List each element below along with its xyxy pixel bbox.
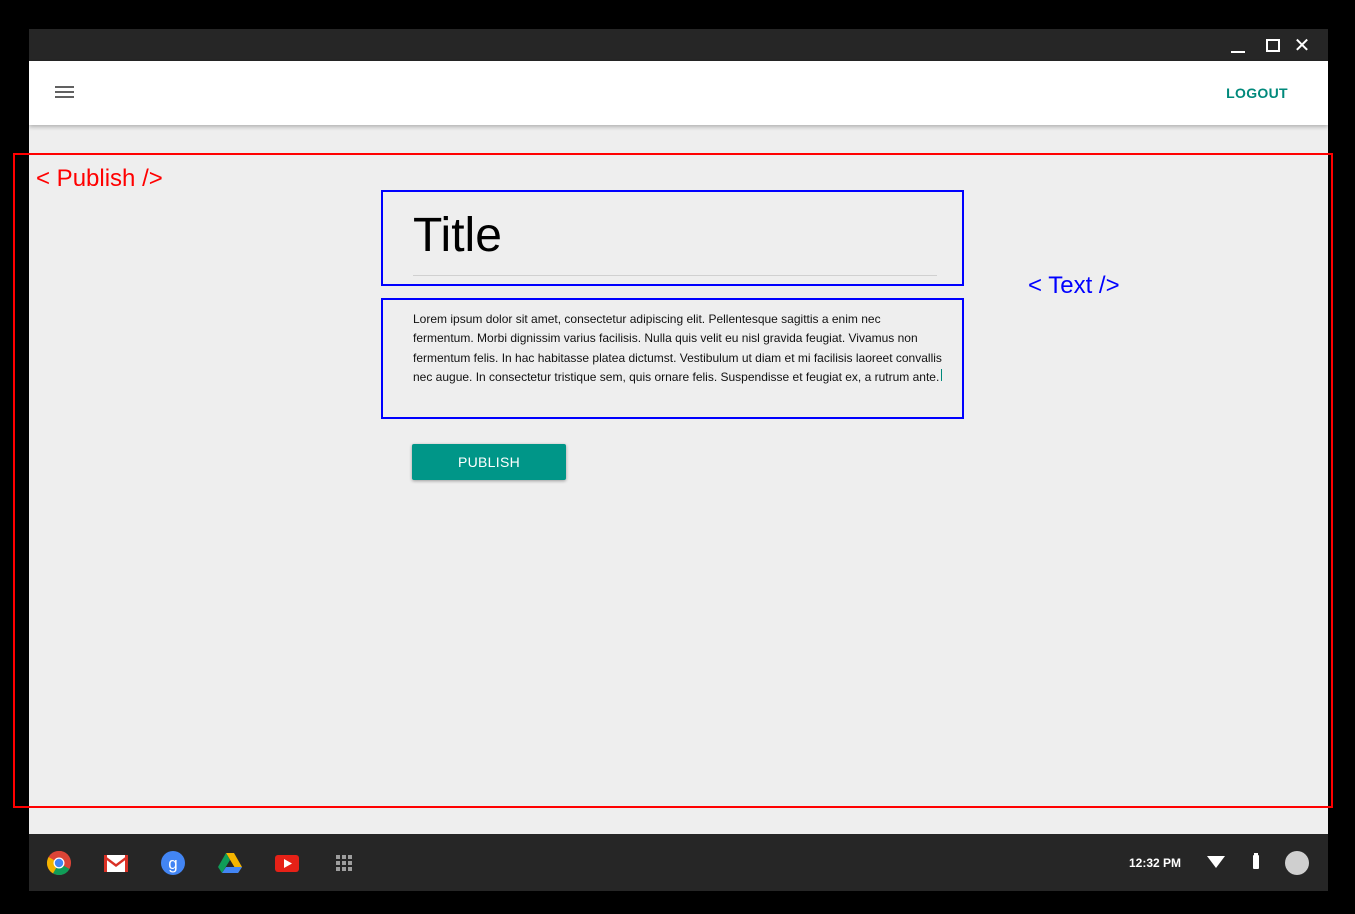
logout-button[interactable]: LOGOUT — [1217, 85, 1297, 105]
google-search-icon[interactable]: g — [160, 850, 186, 876]
gmail-icon[interactable] — [103, 850, 129, 876]
minimize-icon[interactable] — [1227, 35, 1249, 55]
avatar[interactable] — [1285, 851, 1309, 875]
close-icon[interactable]: ✕ — [1291, 35, 1313, 55]
svg-text:g: g — [168, 854, 177, 873]
publish-button[interactable]: PUBLISH — [412, 444, 566, 480]
text-caret — [941, 368, 943, 381]
battery-icon[interactable] — [1253, 853, 1259, 869]
publish-component-label: < Publish /> — [36, 165, 163, 192]
os-shelf: g 12:32 PM — [29, 834, 1328, 891]
body-text-area[interactable]: Lorem ipsum dolor sit amet, consectetur … — [413, 310, 943, 387]
title-underline — [413, 275, 937, 276]
wifi-icon[interactable] — [1207, 856, 1225, 868]
title-bar: ✕ — [29, 29, 1328, 61]
hamburger-menu-icon[interactable] — [55, 86, 75, 100]
app-bar: LOGOUT — [29, 61, 1328, 125]
app-launcher-icon[interactable] — [331, 850, 357, 876]
maximize-icon[interactable] — [1261, 35, 1283, 55]
system-clock[interactable]: 12:32 PM — [1129, 856, 1181, 870]
chrome-icon[interactable] — [46, 850, 72, 876]
youtube-icon[interactable] — [274, 850, 300, 876]
drive-icon[interactable] — [217, 850, 243, 876]
text-component-outline: Lorem ipsum dolor sit amet, consectetur … — [381, 298, 964, 419]
body-text: Lorem ipsum dolor sit amet, consectetur … — [413, 312, 942, 384]
title-input[interactable]: Title — [413, 208, 502, 264]
title-component-outline: Title — [381, 190, 964, 286]
text-component-label: < Text /> — [1028, 272, 1120, 299]
